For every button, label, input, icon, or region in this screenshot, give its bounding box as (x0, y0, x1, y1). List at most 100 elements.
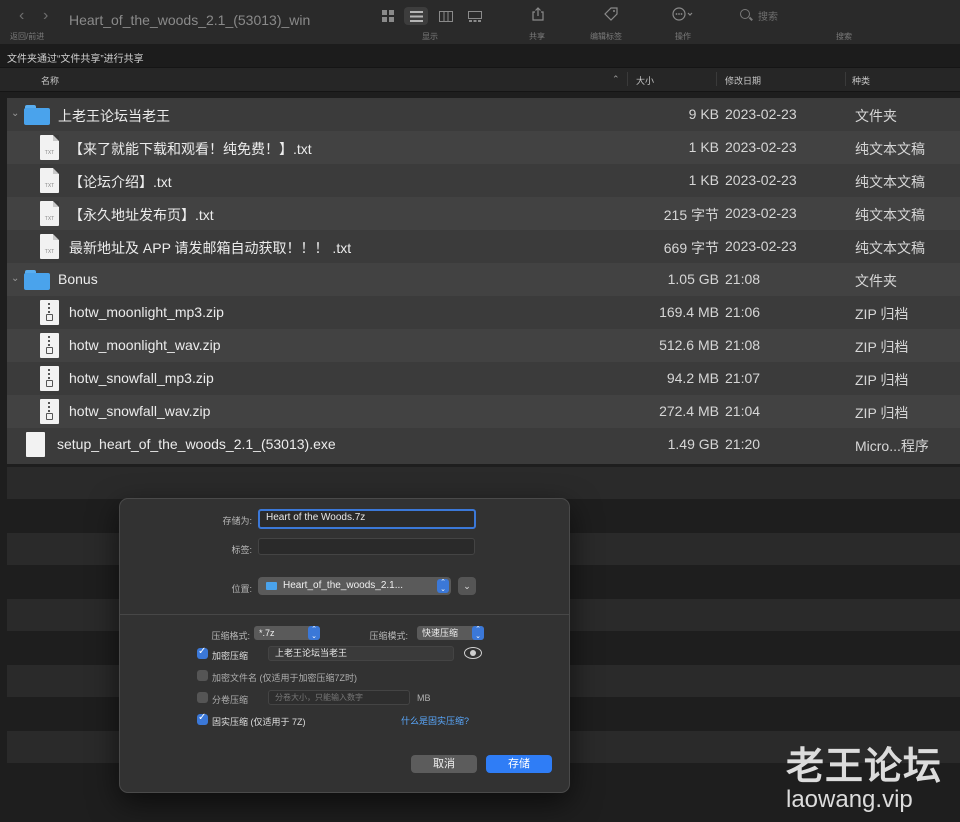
window-title: Heart_of_the_woods_2.1_(53013)_win (69, 12, 311, 28)
split-volume-label: 分卷压缩 (212, 695, 249, 705)
column-view-button[interactable] (434, 7, 458, 25)
search-icon[interactable] (740, 9, 750, 19)
eye-icon[interactable] (464, 647, 482, 659)
save-as-label: 存储为: (222, 516, 252, 526)
location-popup[interactable]: Heart_of_the_woods_2.1... ⌃ ⌄ (258, 577, 451, 595)
list-row-file[interactable]: setup_heart_of_the_woods_2.1_(53013).exe… (7, 428, 960, 461)
list-view-button[interactable] (404, 7, 428, 25)
solid-help-link[interactable]: 什么是固实压缩? (401, 714, 469, 727)
column-divider[interactable] (627, 72, 628, 86)
list-row-folder[interactable]: ⌄ Bonus 1.05 GB 21:08 文件夹 (7, 263, 960, 296)
compress-save-dialog: 存储为: Heart of the Woods.7z 标签: 位置: Heart… (119, 498, 570, 793)
format-value: *.7z (259, 628, 275, 638)
dialog-divider (120, 614, 569, 615)
tags-group-label: 编辑标签 (590, 32, 622, 41)
file-kind: 文件夹 (855, 108, 897, 124)
solid-compression-checkbox[interactable] (197, 712, 208, 725)
gallery-icon (468, 10, 482, 22)
password-input[interactable]: 上老王论坛当老王 (268, 646, 454, 661)
file-date: 2023-02-23 (725, 139, 797, 155)
file-name: hotw_snowfall_mp3.zip (69, 370, 214, 386)
back-arrow-icon[interactable]: ‹ (19, 7, 24, 25)
popup-stepper-icon: ⌃ ⌄ (472, 626, 484, 640)
location-value: Heart_of_the_woods_2.1... (283, 580, 404, 591)
file-size: 512.6 MB (659, 337, 719, 353)
file-date: 21:04 (725, 403, 761, 419)
list-row-file[interactable]: TXT 最新地址及 APP 请发邮箱自动获取！！！ .txt 669 字节 20… (7, 230, 960, 263)
zip-file-icon (40, 366, 59, 391)
file-size: 669 字节 (663, 240, 719, 256)
action-menu-icon[interactable] (672, 7, 694, 24)
share-icon[interactable] (532, 7, 544, 24)
search-field[interactable]: 搜索 (758, 8, 778, 23)
file-kind: 纯文本文稿 (855, 174, 925, 190)
folder-icon (266, 582, 277, 590)
column-size[interactable]: 大小 (636, 74, 654, 87)
file-name: 【永久地址发布页】.txt (69, 207, 214, 223)
forward-arrow-icon[interactable]: › (43, 7, 48, 25)
file-date: 21:08 (725, 337, 761, 353)
split-volume-checkbox[interactable] (197, 692, 208, 703)
tags-input[interactable] (258, 538, 475, 555)
list-row-file[interactable]: hotw_moonlight_mp3.zip 169.4 MB 21:06 ZI… (7, 296, 960, 329)
list-row-file[interactable]: hotw_snowfall_wav.zip 272.4 MB 21:04 ZIP… (7, 395, 960, 428)
disclosure-chevron-icon[interactable]: ⌄ (11, 108, 19, 119)
file-name: setup_heart_of_the_woods_2.1_(53013).exe (57, 436, 336, 452)
column-name[interactable]: 名称 (41, 74, 59, 87)
file-size: 9 KB (688, 106, 719, 122)
sort-chevron-icon[interactable]: ⌃ (612, 74, 620, 85)
search-group-label: 搜索 (836, 32, 852, 41)
tags-label: 标签: (231, 545, 252, 555)
column-date[interactable]: 修改日期 (725, 74, 761, 87)
file-name: 最新地址及 APP 请发邮箱自动获取！！！ .txt (69, 240, 352, 256)
folder-icon (24, 270, 50, 290)
file-size: 1 KB (688, 172, 719, 188)
list-row-folder[interactable]: ⌄ 上老王论坛当老王 9 KB 2023-02-23 文件夹 (7, 98, 960, 131)
column-kind[interactable]: 种类 (852, 74, 870, 87)
file-date: 2023-02-23 (725, 172, 797, 188)
split-size-input[interactable]: 分卷大小，只能输入数字 (268, 690, 410, 705)
file-name: Bonus (58, 271, 98, 287)
list-row-file[interactable]: TXT 【论坛介绍】.txt 1 KB 2023-02-23 纯文本文稿 (7, 164, 960, 197)
file-size: 272.4 MB (659, 403, 719, 419)
popup-stepper-icon: ⌃ ⌄ (308, 626, 320, 640)
column-divider[interactable] (845, 72, 846, 86)
file-date: 2023-02-23 (725, 106, 797, 122)
zip-file-icon (40, 300, 59, 325)
file-kind: Micro...程序 (855, 438, 929, 454)
list-row-file[interactable]: TXT 【永久地址发布页】.txt 215 字节 2023-02-23 纯文本文… (7, 197, 960, 230)
icon-view-button[interactable] (376, 7, 400, 25)
list-icon (409, 10, 423, 22)
disclosure-chevron-icon[interactable]: ⌄ (11, 273, 19, 284)
file-size: 215 字节 (663, 207, 719, 223)
expand-dialog-button[interactable]: ⌄ (458, 577, 476, 595)
save-button[interactable]: 存储 (486, 755, 552, 773)
encrypt-label: 加密压缩 (212, 651, 249, 661)
file-date: 21:08 (725, 271, 761, 287)
file-name: hotw_snowfall_wav.zip (69, 403, 211, 419)
encrypt-filenames-checkbox[interactable] (197, 670, 208, 681)
file-date: 21:20 (725, 436, 761, 452)
save-as-input[interactable]: Heart of the Woods.7z (258, 509, 476, 529)
exe-file-icon (26, 432, 45, 457)
location-label: 位置: (231, 584, 252, 594)
list-row-file[interactable]: TXT 【来了就能下载和观看！纯免费！】.txt 1 KB 2023-02-23… (7, 131, 960, 164)
list-row-file[interactable]: hotw_moonlight_wav.zip 512.6 MB 21:08 ZI… (7, 329, 960, 362)
tag-icon[interactable] (604, 7, 618, 24)
column-header: 名称 ⌃ 大小 修改日期 种类 (0, 68, 960, 92)
share-info-text: 文件夹通过“文件共享”进行共享 (7, 54, 144, 65)
gallery-view-button[interactable] (463, 7, 487, 25)
share-group-label: 共享 (529, 32, 545, 41)
file-size: 169.4 MB (659, 304, 719, 320)
mode-popup[interactable]: 快速压缩 ⌃ ⌄ (417, 626, 484, 640)
list-row-file[interactable]: hotw_snowfall_mp3.zip 94.2 MB 21:07 ZIP … (7, 362, 960, 395)
format-label: 压缩格式: (211, 631, 250, 641)
file-date: 21:06 (725, 304, 761, 320)
encrypt-checkbox[interactable] (197, 646, 208, 659)
cancel-button[interactable]: 取消 (411, 755, 477, 773)
file-list: ⌄ 上老王论坛当老王 9 KB 2023-02-23 文件夹 TXT 【来了就能… (7, 98, 960, 464)
view-group-label: 显示 (422, 32, 438, 41)
format-popup[interactable]: *.7z ⌃ ⌄ (254, 626, 320, 640)
column-divider[interactable] (716, 72, 717, 86)
popup-stepper-icon: ⌃ ⌄ (437, 579, 449, 593)
